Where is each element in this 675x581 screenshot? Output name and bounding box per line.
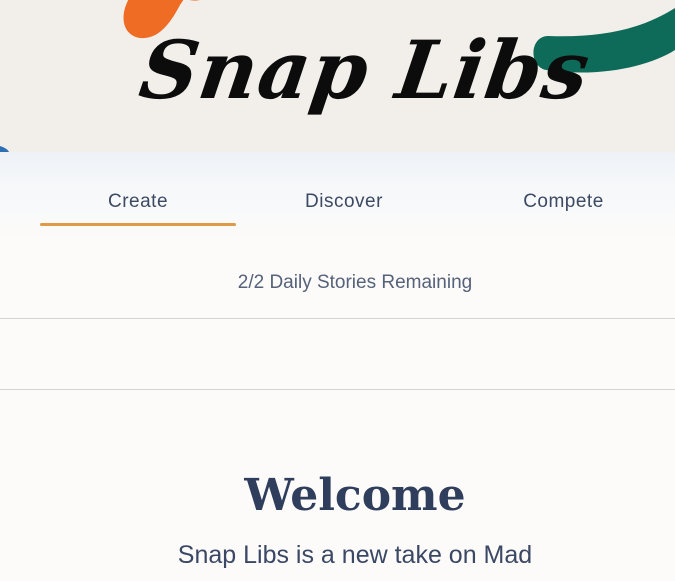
tab-create-label: Create	[107, 191, 169, 212]
header-banner: Snap Libs	[0, 0, 675, 152]
tab-compete-label: Compete	[523, 191, 604, 212]
tab-bar-area: Create Discover Compete	[0, 152, 675, 242]
page: Snap Libs Create Discover Compete 2/2 Da…	[0, 0, 675, 581]
tab-compete[interactable]: Compete	[452, 178, 675, 228]
tab-discover[interactable]: Discover	[236, 178, 452, 228]
divider-top	[0, 318, 675, 319]
intro-text: Snap Libs is a new take on Mad	[177, 541, 533, 569]
tab-discover-label: Discover	[305, 191, 383, 212]
tab-bar: Create Discover Compete	[40, 178, 675, 228]
divider-bottom	[0, 389, 675, 390]
app-logo: Snap Libs	[134, 23, 596, 117]
active-tab-indicator	[40, 223, 236, 226]
tab-create[interactable]: Create	[40, 178, 236, 228]
welcome-heading: Welcome	[244, 470, 466, 521]
stories-remaining-text: 2/2 Daily Stories Remaining	[237, 272, 473, 293]
